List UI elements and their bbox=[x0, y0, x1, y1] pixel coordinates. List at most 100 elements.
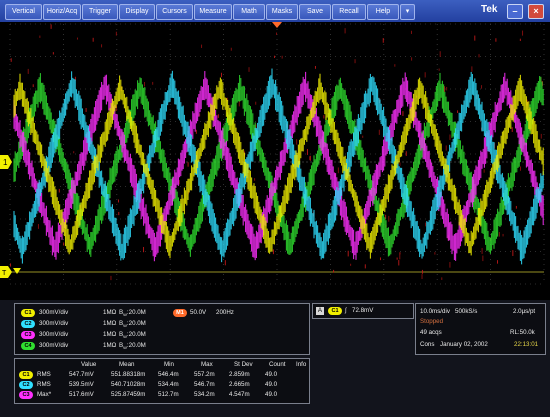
trigger-mode-icon: A bbox=[316, 307, 324, 315]
ch4-badge[interactable]: C4 bbox=[21, 342, 35, 350]
menu-save[interactable]: Save bbox=[299, 4, 331, 20]
col-header-value: Value bbox=[81, 361, 97, 368]
noise-dot bbox=[522, 30, 524, 36]
noise-dot bbox=[382, 38, 384, 43]
math-badge[interactable]: M1 bbox=[173, 309, 187, 317]
noise-dot bbox=[519, 166, 521, 171]
waveform-display[interactable]: 1T bbox=[0, 22, 550, 300]
trigger-level: 72.8mV bbox=[352, 307, 374, 314]
noise-dot bbox=[441, 277, 443, 280]
noise-dot bbox=[85, 108, 87, 112]
timebase: 10.0ms/div bbox=[420, 308, 450, 315]
noise-dot bbox=[143, 246, 145, 253]
noise-dot bbox=[255, 101, 257, 105]
noise-dot bbox=[424, 72, 426, 78]
acquisition-readout-panel[interactable]: 10.0ms/div 500kS/s 2.0μs/pt Stopped 49 a… bbox=[415, 303, 546, 355]
menu-math[interactable]: Math bbox=[233, 4, 265, 20]
noise-dot bbox=[410, 30, 412, 34]
ch2-bw: BW:20.0M bbox=[119, 320, 146, 329]
noise-dot bbox=[540, 133, 542, 139]
noise-dot bbox=[512, 250, 514, 256]
ch3-badge[interactable]: C3 bbox=[21, 331, 35, 339]
noise-dot bbox=[37, 224, 39, 229]
noise-dot bbox=[405, 151, 407, 156]
meas-row2-badge[interactable]: C2 bbox=[19, 381, 33, 389]
noise-dot bbox=[347, 250, 349, 257]
noise-dot bbox=[333, 269, 335, 273]
trigger-readout-panel[interactable]: A C1 ∫ 72.8mV bbox=[312, 303, 414, 319]
menu-masks[interactable]: Masks bbox=[266, 4, 298, 20]
table-cell: 540.71028m bbox=[111, 381, 146, 388]
ch1-bw: BW:20.0M bbox=[119, 309, 146, 318]
table-cell: 49.0 bbox=[265, 381, 278, 388]
noise-dot bbox=[471, 66, 473, 72]
brand-logo: Tek bbox=[481, 4, 498, 15]
noise-dot bbox=[323, 115, 325, 119]
close-icon: × bbox=[533, 6, 539, 16]
table-cell: 49.0 bbox=[265, 391, 278, 398]
minimize-button[interactable]: – bbox=[507, 4, 523, 19]
table-cell: 546.7m bbox=[194, 381, 215, 388]
minimize-icon: – bbox=[512, 6, 518, 16]
menu-horiz-acq[interactable]: Horiz/Acq bbox=[43, 4, 81, 20]
noise-dot bbox=[483, 169, 485, 173]
meas-row2-name: RMS bbox=[37, 381, 51, 388]
noise-dot bbox=[394, 64, 396, 67]
record-length: RL:50.0k bbox=[510, 329, 535, 336]
noise-dot bbox=[388, 215, 390, 222]
noise-dot bbox=[497, 260, 499, 264]
noise-dot bbox=[445, 145, 447, 151]
menu-cursors[interactable]: Cursors bbox=[156, 4, 193, 20]
noise-dot bbox=[411, 57, 413, 61]
noise-dot bbox=[254, 178, 256, 181]
menu-bar: Vertical Horiz/Acq Trigger Display Curso… bbox=[0, 0, 550, 22]
ch2-badge[interactable]: C2 bbox=[21, 320, 35, 328]
noise-dot bbox=[76, 37, 78, 40]
noise-dot bbox=[201, 44, 203, 48]
acquisition-date: January 02, 2002 bbox=[440, 341, 488, 348]
menu-display[interactable]: Display bbox=[119, 4, 155, 20]
noise-dot bbox=[482, 255, 484, 262]
menu-measure[interactable]: Measure bbox=[194, 4, 232, 20]
meas-row3-name: Max* bbox=[37, 391, 52, 398]
noise-dot bbox=[224, 260, 226, 266]
math-frequency: 200Hz bbox=[216, 309, 234, 316]
noise-dot bbox=[32, 84, 34, 88]
noise-dot bbox=[498, 232, 500, 237]
acquisition-state: Stopped bbox=[420, 318, 444, 325]
meas-row3-badge[interactable]: C3 bbox=[19, 391, 33, 399]
ch3-coupling: 1MΩ bbox=[103, 331, 117, 338]
noise-dot bbox=[439, 51, 441, 57]
noise-dot bbox=[187, 162, 189, 167]
noise-dot bbox=[58, 188, 60, 193]
trigger-marker-label: T bbox=[2, 270, 7, 277]
noise-dot bbox=[52, 52, 54, 55]
meas-row1-badge[interactable]: C1 bbox=[19, 371, 33, 379]
acquisition-count: 49 acqs bbox=[420, 329, 442, 336]
noise-dot bbox=[350, 263, 352, 266]
noise-dot bbox=[337, 167, 339, 174]
channel-readout-panel[interactable]: C1 300mV/div 1MΩ BW:20.0M C2 300mV/div 1… bbox=[14, 303, 310, 355]
noise-dot bbox=[344, 28, 346, 34]
table-cell: 2.859m bbox=[229, 371, 250, 378]
measurement-table[interactable]: Value Mean Min Max St Dev Count Info C1 … bbox=[14, 358, 310, 404]
noise-dot bbox=[438, 68, 440, 71]
acquisition-time: 22:13:01 bbox=[514, 341, 539, 348]
menu-recall[interactable]: Recall bbox=[332, 4, 366, 20]
ch1-badge[interactable]: C1 bbox=[21, 309, 35, 317]
ch2-scale: 300mV/div bbox=[39, 320, 69, 327]
menu-dropdown-button[interactable]: ▾ bbox=[400, 4, 415, 20]
close-button[interactable]: × bbox=[528, 4, 544, 19]
menu-help[interactable]: Help bbox=[367, 4, 399, 20]
ch3-scale: 300mV/div bbox=[39, 331, 69, 338]
noise-dot bbox=[178, 180, 180, 185]
noise-dot bbox=[457, 110, 459, 113]
noise-dot bbox=[39, 35, 41, 38]
menu-trigger[interactable]: Trigger bbox=[82, 4, 118, 20]
menu-vertical[interactable]: Vertical bbox=[5, 4, 42, 20]
noise-dot bbox=[449, 262, 451, 268]
noise-dot bbox=[27, 68, 29, 74]
noise-dot bbox=[402, 111, 404, 117]
noise-dot bbox=[217, 114, 219, 118]
noise-dot bbox=[399, 162, 401, 166]
